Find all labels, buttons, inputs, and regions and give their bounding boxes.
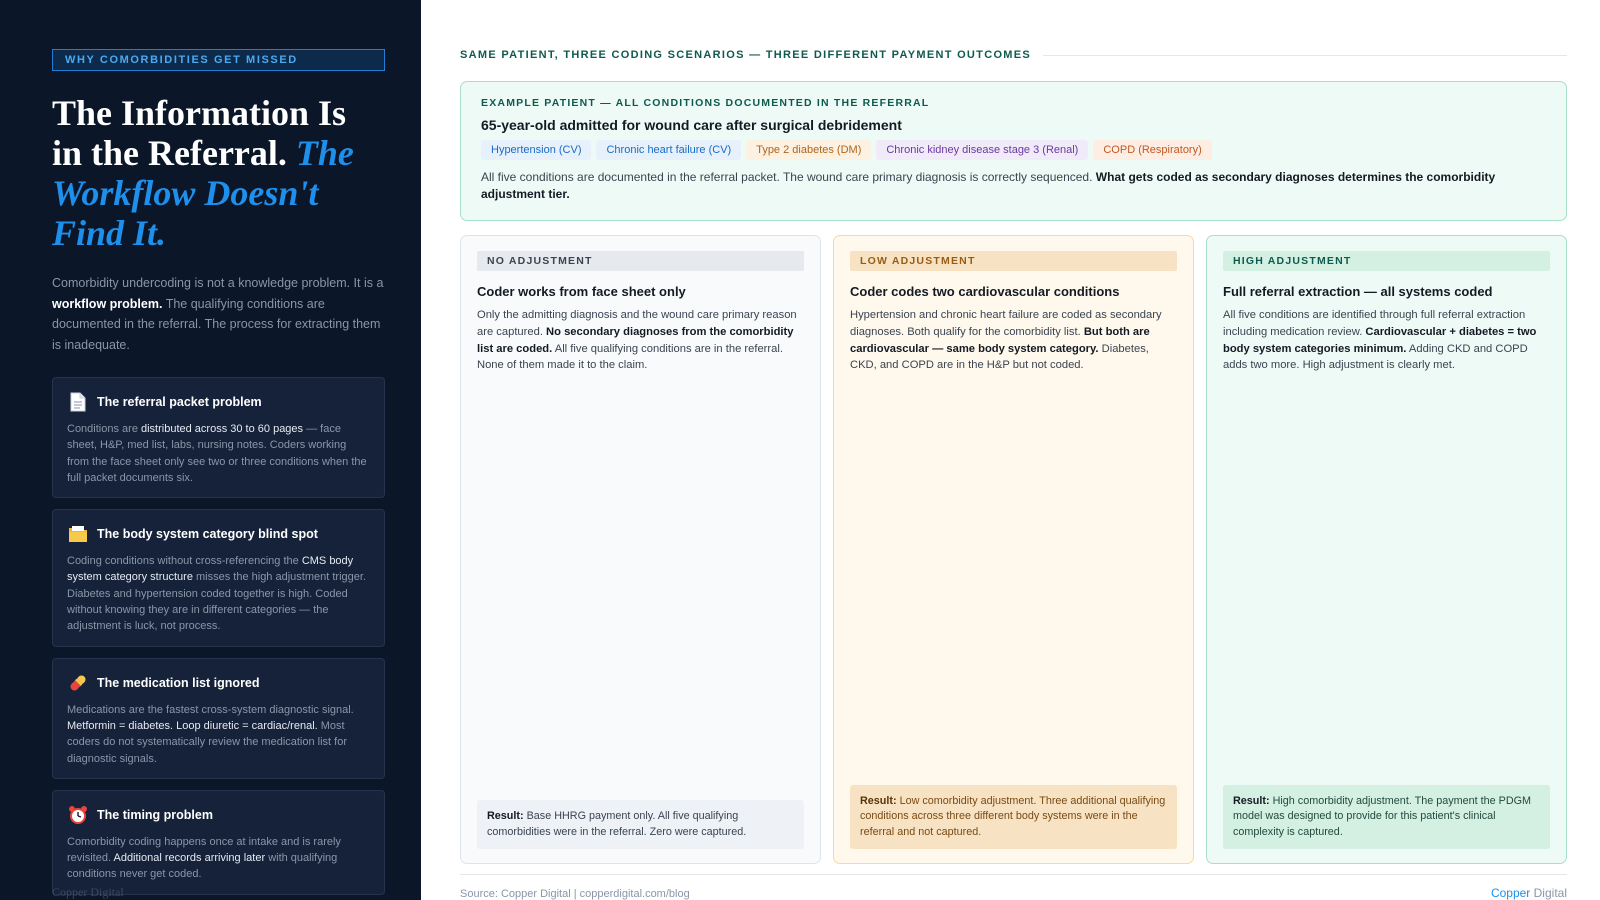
right-panel: SAME PATIENT, THREE CODING SCENARIOS — T… [421,0,1600,900]
condition-chip: Chronic heart failure (CV) [596,140,742,160]
intro-bold: workflow problem. [52,296,163,311]
scenario-section-label: SAME PATIENT, THREE CODING SCENARIOS — T… [460,49,1567,61]
brand-logo-left: Copper Digital [52,885,124,899]
scenario-result: Result: High comorbidity adjustment. The… [1223,784,1550,849]
problem-cards: The referral packet problem Conditions a… [52,377,385,895]
card-body-part-1: Coding conditions without cross-referenc… [67,555,299,568]
patient-note-plain: All five conditions are documented in th… [481,170,1093,184]
scenario-title: Coder codes two cardiovascular condition… [850,284,1120,299]
left-panel: WHY COMORBIDITIES GET MISSED The Informa… [0,0,421,900]
card-body-system: The body system category blind spot Codi… [52,509,385,647]
scenario-body: Hypertension and chronic heart failure a… [850,307,1177,374]
intro-text: Comorbidity undercoding is not a knowled… [52,273,385,355]
condition-chips: Hypertension (CV) Chronic heart failure … [481,140,1546,160]
result-label: Result: [1233,794,1270,807]
example-patient-box: EXAMPLE PATIENT — ALL CONDITIONS DOCUMEN… [460,81,1567,221]
scenario-columns: NO ADJUSTMENT Coder works from face shee… [460,235,1567,864]
result-label: Result: [860,794,897,807]
card-title: The medication list ignored [97,675,260,690]
brand-word-1: Copper [1490,886,1531,900]
intro-part-1: Comorbidity undercoding is not a knowled… [52,276,384,290]
result-text: High comorbidity adjustment. The payment… [1233,794,1532,838]
source-citation: Source: Copper Digital | copperdigital.c… [460,888,690,900]
headline: The Information Is in the Referral. The … [52,93,385,253]
footer-divider [460,874,1567,875]
scenario-result: Result: Low comorbidity adjustment. Thre… [850,784,1177,849]
infographic-page: WHY COMORBIDITIES GET MISSED The Informa… [0,0,1600,900]
scenario-body: All five conditions are identified throu… [1223,307,1550,374]
card-body: Conditions are distributed across 30 to … [67,421,370,486]
condition-chip: Hypertension (CV) [481,140,592,160]
result-text: Base HHRG payment only. All five qualify… [487,810,747,838]
condition-chip: COPD (Respiratory) [1093,140,1212,160]
card-title: The timing problem [97,807,213,822]
condition-chip: Type 2 diabetes (DM) [746,140,872,160]
card-body: Comorbidity coding happens once at intak… [67,834,370,883]
alarm-clock-icon [67,804,89,826]
pill-icon [67,672,89,694]
scenario-high-adjustment: HIGH ADJUSTMENT Full referral extraction… [1206,235,1567,864]
card-title: The referral packet problem [97,395,262,409]
condition-chip: Chronic kidney disease stage 3 (Renal) [876,140,1089,160]
card-body-highlight: Additional records arriving later [113,852,266,865]
card-body: Coding conditions without cross-referenc… [67,553,370,634]
card-body-part-1: Conditions are [67,423,138,435]
card-body-highlight: distributed across 30 to 60 pages [141,423,304,435]
folder-icon [67,523,89,545]
patient-note: All five conditions are documented in th… [481,169,1546,203]
card-timing: The timing problem Comorbidity coding ha… [52,789,385,895]
brand-logo-right: Copper Digital [1491,886,1567,900]
patient-eyebrow: EXAMPLE PATIENT — ALL CONDITIONS DOCUMEN… [481,97,930,109]
card-referral-packet: The referral packet problem Conditions a… [52,377,385,499]
card-body-part-1: Medications are the fastest cross-system… [67,703,354,716]
scenario-body: Only the admitting diagnosis and the wou… [477,307,804,374]
brand-word-2: Digital [1533,886,1567,900]
card-body: Medications are the fastest cross-system… [67,702,370,767]
scenario-tag: NO ADJUSTMENT [477,251,804,271]
document-icon [67,391,89,413]
card-body-highlight: Metformin = diabetes. Loop diuretic = ca… [67,719,318,732]
scenario-tag: HIGH ADJUSTMENT [1223,251,1550,271]
scenario-low-adjustment: LOW ADJUSTMENT Coder codes two cardiovas… [833,235,1194,864]
section-eyebrow: WHY COMORBIDITIES GET MISSED [52,49,385,71]
scenario-tag: LOW ADJUSTMENT [850,251,1177,271]
scenario-no-adjustment: NO ADJUSTMENT Coder works from face shee… [460,235,821,864]
card-title: The body system category blind spot [97,527,318,542]
scenario-result: Result: Base HHRG payment only. All five… [477,800,804,849]
scenario-title: Full referral extraction — all systems c… [1223,284,1493,299]
card-medication-list: The medication list ignored Medications … [52,657,385,779]
result-label: Result: [487,810,524,822]
patient-title: 65-year-old admitted for wound care afte… [481,117,902,133]
section-divider [1043,54,1567,56]
result-text: Low comorbidity adjustment. Three additi… [860,794,1166,838]
section-label-text: SAME PATIENT, THREE CODING SCENARIOS — T… [460,49,1032,61]
scenario-title: Coder works from face sheet only [477,284,686,299]
